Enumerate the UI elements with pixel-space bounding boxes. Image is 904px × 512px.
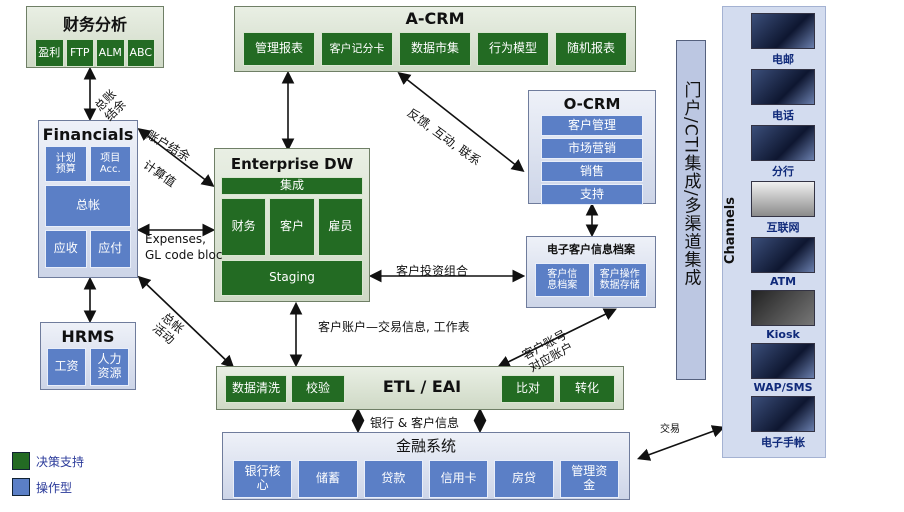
acrm-title: A-CRM bbox=[405, 9, 465, 28]
email-icon[interactable] bbox=[751, 13, 815, 49]
etl-eai-panel: 数据清洗 校验 ETL / EAI 比对 转化 bbox=[216, 366, 624, 410]
arrow-core-channels bbox=[636, 425, 726, 461]
edge-label-bank-customer: 银行 & 客户信息 bbox=[370, 416, 459, 430]
pda-icon[interactable] bbox=[751, 396, 815, 432]
financials-cell-budget[interactable]: 计划 预算 bbox=[45, 146, 87, 182]
edw-integration-bar[interactable]: 集成 bbox=[221, 177, 363, 195]
core-systems-title: 金融系统 bbox=[395, 437, 456, 455]
legend-swatch-blue bbox=[12, 478, 30, 496]
core-systems-panel: 金融系统 银行核 心 储蓄 贷款 信用卡 房贷 管理资 金 bbox=[222, 432, 630, 500]
channel-label-email: 电邮 bbox=[772, 53, 794, 66]
ecif-cell-ods[interactable]: 客户操作 数据存储 bbox=[592, 263, 647, 297]
legend-label-decision: 决策支持 bbox=[36, 454, 85, 469]
finance-analysis-title: 财务分析 bbox=[62, 15, 127, 34]
edw-cell-finance[interactable]: 财务 bbox=[221, 198, 267, 256]
acrm-cell-adhoc-report[interactable]: 随机报表 bbox=[555, 32, 627, 66]
kiosk-icon[interactable] bbox=[751, 290, 815, 326]
edge-label-transaction: 交易 bbox=[660, 424, 680, 435]
ocrm-cell-marketing[interactable]: 市场营销 bbox=[541, 138, 643, 159]
etl-cell-cleansing[interactable]: 数据清洗 bbox=[225, 375, 287, 403]
acrm-cell-scorecard[interactable]: 客户记分卡 bbox=[321, 32, 393, 66]
portal-cti-bar: 门户/CTI集成/多渠道集成 bbox=[676, 40, 706, 380]
legend-label-operational: 操作型 bbox=[36, 480, 73, 495]
channel-label-wap-sms: WAP/SMS bbox=[753, 381, 813, 394]
financials-panel: Financials 计划 预算 项目 Acc. 总帐 应收 应付 bbox=[38, 120, 138, 278]
ecif-cell-profile[interactable]: 客户信 息档案 bbox=[535, 263, 590, 297]
core-cell-loans[interactable]: 贷款 bbox=[363, 460, 423, 498]
edge-label-expenses: Expenses, GL code bloc bbox=[145, 232, 223, 262]
financials-cell-general-ledger[interactable]: 总帐 bbox=[45, 185, 131, 227]
etl-cell-matching[interactable]: 比对 bbox=[501, 375, 555, 403]
finance-cell-profit[interactable]: 盈利 bbox=[35, 39, 64, 67]
edw-cell-customer[interactable]: 客户 bbox=[269, 198, 315, 256]
financials-cell-payable[interactable]: 应付 bbox=[89, 230, 131, 268]
legend-operational: 操作型 bbox=[12, 478, 72, 496]
hrms-title: HRMS bbox=[61, 327, 115, 346]
phone-icon[interactable] bbox=[751, 69, 815, 105]
core-cell-credit-card[interactable]: 信用卡 bbox=[428, 460, 489, 498]
finance-cell-alm[interactable]: ALM bbox=[96, 39, 125, 67]
internet-icon[interactable] bbox=[751, 181, 815, 217]
ecif-panel: 电子客户信息档案 客户信 息档案 客户操作 数据存储 bbox=[526, 236, 656, 308]
channel-label-atm: ATM bbox=[769, 275, 797, 288]
edge-label-account-transaction: 客户账户—交易信息, 工作表 bbox=[318, 320, 470, 334]
channels-panel: Channels 电邮 电话 分行 互联网 ATM Kiosk WAP/SMS … bbox=[722, 6, 826, 458]
branch-icon[interactable] bbox=[751, 125, 815, 161]
edge-label-investment: 客户投资组合 bbox=[396, 264, 469, 278]
enterprise-dw-panel: Enterprise DW 集成 财务 客户 雇员 Staging bbox=[214, 148, 370, 302]
edw-cell-employee[interactable]: 雇员 bbox=[317, 198, 363, 256]
financials-cell-receivable[interactable]: 应收 bbox=[45, 230, 87, 268]
hrms-cell-payroll[interactable]: 工资 bbox=[47, 348, 86, 386]
core-cell-mortgage[interactable]: 房贷 bbox=[494, 460, 554, 498]
atm-icon[interactable] bbox=[751, 237, 815, 273]
acrm-panel: A-CRM 管理报表 客户记分卡 数据市集 行为模型 随机报表 bbox=[234, 6, 636, 72]
core-cell-treasury[interactable]: 管理资 金 bbox=[559, 460, 619, 498]
hrms-cell-hr[interactable]: 人力 资源 bbox=[90, 348, 129, 386]
ocrm-panel: O-CRM 客户管理 市场营销 销售 支持 bbox=[528, 90, 656, 205]
channel-label-kiosk: Kiosk bbox=[766, 328, 800, 341]
channel-label-branch: 分行 bbox=[772, 165, 794, 178]
etl-eai-title: ETL / EAI bbox=[382, 377, 462, 396]
acrm-cell-management-report[interactable]: 管理报表 bbox=[243, 32, 315, 66]
edw-staging[interactable]: Staging bbox=[221, 260, 363, 296]
hrms-panel: HRMS 工资 人力 资源 bbox=[40, 322, 136, 390]
portal-cti-label: 门户/CTI集成/多渠道集成 bbox=[680, 81, 701, 287]
ecif-title: 电子客户信息档案 bbox=[547, 243, 635, 256]
core-cell-banking-core[interactable]: 银行核 心 bbox=[233, 460, 293, 498]
core-cell-savings[interactable]: 储蓄 bbox=[298, 460, 358, 498]
etl-cell-transform[interactable]: 转化 bbox=[559, 375, 615, 403]
legend-swatch-green bbox=[12, 452, 30, 470]
legend-decision-support: 决策支持 bbox=[12, 452, 84, 470]
acrm-cell-data-mart[interactable]: 数据市集 bbox=[399, 32, 471, 66]
channel-label-pda: 电子手帐 bbox=[761, 436, 805, 449]
ocrm-cell-support[interactable]: 支持 bbox=[541, 184, 643, 205]
finance-analysis-panel: 财务分析 盈利 FTP ALM ABC bbox=[26, 6, 164, 68]
channel-label-internet: 互联网 bbox=[766, 221, 800, 234]
financials-cell-project-acc[interactable]: 项目 Acc. bbox=[89, 146, 131, 182]
ocrm-cell-sales[interactable]: 销售 bbox=[541, 161, 643, 182]
finance-cell-ftp[interactable]: FTP bbox=[65, 39, 94, 67]
enterprise-dw-title: Enterprise DW bbox=[230, 155, 354, 173]
finance-cell-abc[interactable]: ABC bbox=[126, 39, 155, 67]
ocrm-title: O-CRM bbox=[563, 95, 621, 113]
wap-sms-icon[interactable] bbox=[751, 343, 815, 379]
channel-label-phone: 电话 bbox=[772, 109, 794, 122]
etl-cell-validation[interactable]: 校验 bbox=[291, 375, 345, 403]
financials-title: Financials bbox=[42, 125, 134, 144]
ocrm-cell-customer-management[interactable]: 客户管理 bbox=[541, 115, 643, 136]
acrm-cell-behavior-model[interactable]: 行为模型 bbox=[477, 32, 549, 66]
channels-title: Channels bbox=[723, 197, 738, 265]
